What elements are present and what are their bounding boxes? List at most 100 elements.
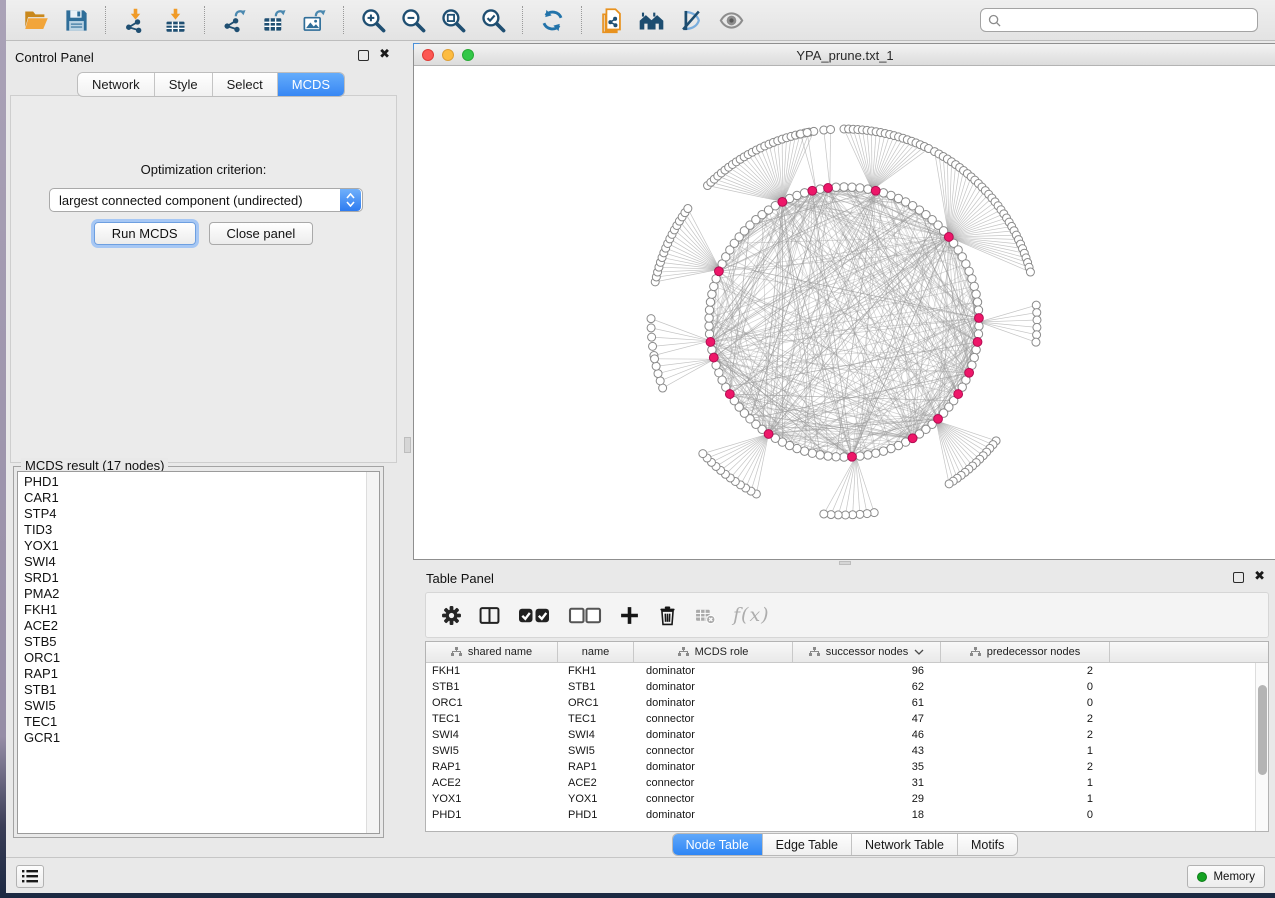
network-node[interactable] xyxy=(710,282,718,290)
export-table-button[interactable] xyxy=(254,3,294,37)
import-table-button[interactable] xyxy=(155,3,195,37)
network-node[interactable] xyxy=(649,342,657,350)
network-node[interactable] xyxy=(872,449,880,457)
show-column-panel-button[interactable] xyxy=(479,602,500,628)
table-row[interactable]: ACE2ACE2connector311 xyxy=(426,775,1268,791)
network-node[interactable] xyxy=(848,183,856,191)
mcds-result-item[interactable]: PMA2 xyxy=(24,586,366,602)
mcds-hub-node[interactable] xyxy=(965,368,974,377)
network-node[interactable] xyxy=(840,183,848,191)
zoom-out-button[interactable] xyxy=(393,3,433,37)
network-node[interactable] xyxy=(816,185,824,193)
network-node[interactable] xyxy=(832,183,840,191)
network-node[interactable] xyxy=(647,315,655,323)
tab-node-table[interactable]: Node Table xyxy=(673,834,763,855)
column-header-successor-nodes[interactable]: successor nodes xyxy=(793,642,941,662)
tab-style[interactable]: Style xyxy=(155,73,213,96)
zoom-selected-button[interactable] xyxy=(473,3,513,37)
table-row[interactable]: SWI4SWI4dominator462 xyxy=(426,727,1268,743)
table-row[interactable]: STB1STB1dominator620 xyxy=(426,679,1268,695)
mcds-result-item[interactable]: SRD1 xyxy=(24,570,366,586)
create-column-button[interactable] xyxy=(619,602,640,628)
network-node[interactable] xyxy=(970,353,978,361)
mcds-hub-node[interactable] xyxy=(824,184,833,193)
mcds-hub-node[interactable] xyxy=(975,314,984,323)
mcds-result-item[interactable]: CAR1 xyxy=(24,490,366,506)
network-node[interactable] xyxy=(651,355,659,363)
network-node[interactable] xyxy=(1033,323,1041,331)
network-node[interactable] xyxy=(705,330,713,338)
network-node[interactable] xyxy=(648,333,656,341)
close-panel-button[interactable]: Close panel xyxy=(209,222,314,245)
mcds-hub-node[interactable] xyxy=(709,353,718,362)
tab-edge-table[interactable]: Edge Table xyxy=(763,834,852,855)
network-node[interactable] xyxy=(824,452,832,460)
mcds-hub-node[interactable] xyxy=(954,390,963,399)
network-node[interactable] xyxy=(974,330,982,338)
table-row[interactable]: PHD1PHD1dominator180 xyxy=(426,807,1268,823)
mcds-result-item[interactable]: TID3 xyxy=(24,522,366,538)
mcds-result-scrollbar[interactable] xyxy=(366,472,379,833)
search-box[interactable] xyxy=(980,8,1258,32)
network-node[interactable] xyxy=(968,275,976,283)
search-input[interactable] xyxy=(1001,13,1257,27)
column-header-MCDS-role[interactable]: MCDS role xyxy=(634,642,793,662)
float-table-panel-icon[interactable] xyxy=(1233,572,1244,583)
tab-motifs[interactable]: Motifs xyxy=(958,834,1017,855)
mcds-hub-node[interactable] xyxy=(908,434,917,443)
network-node[interactable] xyxy=(973,298,981,306)
open-file-button[interactable] xyxy=(16,3,56,37)
table-row[interactable]: SWI5SWI5connector431 xyxy=(426,743,1268,759)
network-node[interactable] xyxy=(864,185,872,193)
criterion-dropdown[interactable]: largest connected component (undirected) xyxy=(49,188,363,212)
network-node[interactable] xyxy=(970,282,978,290)
table-scrollbar[interactable] xyxy=(1255,663,1268,831)
network-node[interactable] xyxy=(820,510,828,518)
network-node[interactable] xyxy=(832,453,840,461)
mcds-result-item[interactable]: ACE2 xyxy=(24,618,366,634)
memory-button[interactable]: Memory xyxy=(1187,865,1265,888)
network-node[interactable] xyxy=(945,480,953,488)
tab-network-table[interactable]: Network Table xyxy=(852,834,958,855)
network-node[interactable] xyxy=(974,306,982,314)
network-node[interactable] xyxy=(840,453,848,461)
network-node[interactable] xyxy=(975,322,983,330)
column-header-name[interactable]: name xyxy=(558,642,634,662)
network-node[interactable] xyxy=(816,451,824,459)
mcds-result-item[interactable]: GCR1 xyxy=(24,730,366,746)
network-node[interactable] xyxy=(856,184,864,192)
table-row[interactable]: ORC1ORC1dominator610 xyxy=(426,695,1268,711)
network-node[interactable] xyxy=(856,452,864,460)
close-panel-icon[interactable]: ✖ xyxy=(379,47,390,61)
network-node[interactable] xyxy=(1033,331,1041,339)
table-row[interactable]: YOX1YOX1connector291 xyxy=(426,791,1268,807)
tab-mcds[interactable]: MCDS xyxy=(278,73,344,96)
network-node[interactable] xyxy=(705,306,713,314)
home-button[interactable] xyxy=(631,3,671,37)
vertical-splitter[interactable] xyxy=(402,41,413,857)
mcds-hub-node[interactable] xyxy=(871,186,880,195)
export-image-button[interactable] xyxy=(294,3,334,37)
deselect-all-button[interactable] xyxy=(568,602,602,628)
mcds-result-item[interactable]: PHD1 xyxy=(24,474,366,490)
network-node[interactable] xyxy=(1033,316,1041,324)
tab-select[interactable]: Select xyxy=(213,73,278,96)
mcds-hub-node[interactable] xyxy=(725,390,734,399)
network-node[interactable] xyxy=(652,362,660,370)
table-row[interactable]: FKH1FKH1dominator962 xyxy=(426,663,1268,679)
mcds-result-item[interactable]: ORC1 xyxy=(24,650,366,666)
network-node[interactable] xyxy=(699,450,707,458)
network-node[interactable] xyxy=(1032,338,1040,346)
table-settings-button[interactable] xyxy=(441,602,462,628)
mcds-hub-node[interactable] xyxy=(848,452,857,461)
network-node[interactable] xyxy=(972,290,980,298)
mcds-hub-node[interactable] xyxy=(764,430,773,439)
mcds-result-item[interactable]: STB5 xyxy=(24,634,366,650)
import-network-button[interactable] xyxy=(115,3,155,37)
network-node[interactable] xyxy=(1026,268,1034,276)
refresh-button[interactable] xyxy=(532,3,572,37)
network-node[interactable] xyxy=(808,449,816,457)
mcds-result-item[interactable]: YOX1 xyxy=(24,538,366,554)
delete-column-button[interactable] xyxy=(657,602,678,628)
mcds-result-item[interactable]: STB1 xyxy=(24,682,366,698)
